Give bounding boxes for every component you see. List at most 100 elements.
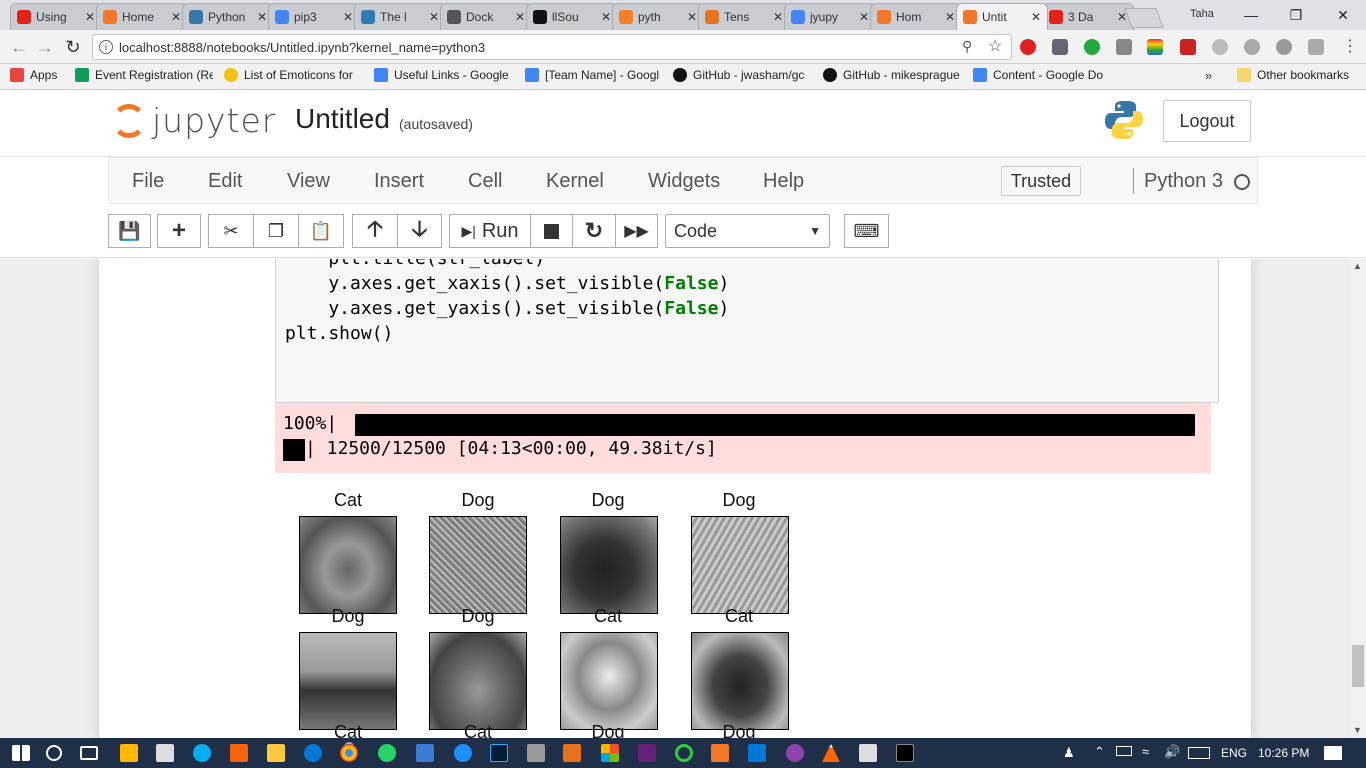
skype-icon[interactable]	[193, 744, 211, 762]
restart-kernel-icon[interactable]: ↻	[572, 214, 616, 248]
browser-tab[interactable]: pyth ✕	[612, 3, 704, 30]
network-app-icon[interactable]	[454, 744, 472, 762]
browser-tab[interactable]: pip3 ✕	[268, 3, 360, 30]
chrome-icon[interactable]	[340, 744, 358, 762]
browser-tab[interactable]: Tens ✕	[698, 3, 790, 30]
wifi-icon[interactable]: ≈	[1142, 744, 1149, 759]
restart-run-all-icon[interactable]: ▶▶	[615, 214, 658, 248]
scroll-up-icon[interactable]: ▲	[1353, 261, 1362, 271]
back-icon[interactable]: ←	[8, 36, 30, 58]
url-input[interactable]: i localhost:8888/notebooks/Untitled.ipyn…	[92, 34, 1012, 60]
store-icon[interactable]	[120, 744, 138, 762]
bookmark-item[interactable]: GitHub - mikesprague	[823, 68, 960, 82]
bookmark-item[interactable]: Event Registration (Re	[75, 68, 213, 82]
paste-icon[interactable]: 📋	[298, 214, 344, 248]
bookmark-item[interactable]: Useful Links - Google	[374, 68, 509, 82]
logout-button[interactable]: Logout	[1163, 100, 1251, 142]
scrollbar-thumb[interactable]	[1352, 645, 1364, 687]
edge-icon[interactable]	[304, 744, 322, 762]
restore-icon[interactable]: ❐	[1273, 0, 1319, 30]
browser-tab[interactable]: The l ✕	[354, 3, 446, 30]
green-extension-icon[interactable]	[1084, 39, 1100, 55]
tab-close-icon[interactable]: ✕	[429, 10, 439, 24]
tab-close-icon[interactable]: ✕	[257, 10, 267, 24]
refresh-app-icon[interactable]	[675, 744, 693, 762]
cell-type-select[interactable]: Code ▼	[665, 214, 830, 248]
red-extension-icon[interactable]	[1180, 39, 1196, 55]
xampp-icon[interactable]	[563, 744, 581, 762]
app-icon[interactable]	[230, 744, 248, 762]
tab-close-icon[interactable]: ✕	[343, 10, 353, 24]
menu-widgets[interactable]: Widgets	[648, 170, 720, 193]
mail-icon[interactable]	[156, 744, 174, 762]
search-icon[interactable]	[46, 745, 62, 761]
copy-icon[interactable]: ❐	[253, 214, 299, 248]
close-window-icon[interactable]: ✕	[1320, 0, 1366, 30]
save-icon[interactable]: 💾	[108, 214, 151, 248]
menu-edit[interactable]: Edit	[208, 170, 242, 193]
colorful-extension-icon[interactable]	[1147, 39, 1163, 55]
terminal-icon[interactable]	[896, 744, 914, 762]
move-down-icon[interactable]: 🡣	[397, 214, 442, 248]
opera-extension-icon[interactable]	[1020, 39, 1036, 55]
vscode-icon[interactable]	[748, 744, 766, 762]
browser-tab[interactable]: 3 Da ✕	[1042, 3, 1134, 30]
tab-close-icon[interactable]: ✕	[945, 10, 955, 24]
scroll-down-icon[interactable]: ▼	[1353, 725, 1362, 735]
browser-tab[interactable]: Home ✕	[96, 3, 188, 30]
gear-extension-icon[interactable]	[1212, 39, 1228, 55]
reload-icon[interactable]: ↻	[62, 36, 84, 58]
clock[interactable]: 10:26 PM	[1258, 746, 1309, 760]
browser-tab[interactable]: llSou ✕	[526, 3, 618, 30]
bookmark-item[interactable]: Content - Google Do	[973, 68, 1103, 82]
info-icon[interactable]: i	[99, 40, 113, 54]
people-icon[interactable]: ♟	[1063, 745, 1075, 761]
m-extension-icon[interactable]	[1244, 39, 1260, 55]
minimize-icon[interactable]: —	[1228, 0, 1274, 30]
forward-icon[interactable]: →	[34, 36, 56, 58]
profile-name[interactable]: Taha	[1190, 8, 1214, 20]
grey-extension-icon[interactable]	[1276, 39, 1292, 55]
cut-icon[interactable]: ✂	[208, 214, 254, 248]
task-view-icon[interactable]	[80, 746, 98, 760]
battery-icon[interactable]	[1116, 746, 1132, 756]
other-bookmarks[interactable]: Other bookmarks	[1237, 68, 1349, 82]
menu-insert[interactable]: Insert	[374, 170, 424, 193]
chevron-up-icon[interactable]: ⌃	[1094, 744, 1105, 760]
windows-start-icon[interactable]	[12, 745, 30, 761]
trusted-indicator[interactable]: Trusted	[1001, 166, 1081, 196]
tab-close-icon[interactable]: ✕	[85, 10, 95, 24]
shield-app-icon[interactable]	[416, 744, 434, 762]
tab-close-icon[interactable]: ✕	[1031, 10, 1041, 24]
browser-tab[interactable]: Python ✕	[182, 3, 274, 30]
eyedropper-extension-icon[interactable]	[1052, 39, 1068, 55]
photoshop-icon[interactable]	[490, 744, 508, 762]
volume-icon[interactable]: 🔊	[1164, 744, 1180, 760]
zoom-icon[interactable]: ⚲	[962, 38, 972, 55]
tab-close-icon[interactable]: ✕	[859, 10, 869, 24]
whatsapp-icon[interactable]	[378, 744, 396, 762]
purple-app-icon[interactable]	[786, 744, 804, 762]
bookmark-item[interactable]: Apps	[10, 68, 57, 82]
camera-extension-icon[interactable]	[1116, 39, 1132, 55]
tab-close-icon[interactable]: ✕	[773, 10, 783, 24]
menu-file[interactable]: File	[132, 170, 164, 193]
vlc-icon[interactable]	[822, 744, 840, 762]
file-explorer-icon[interactable]	[267, 744, 285, 762]
browser-tab[interactable]: Hom ✕	[870, 3, 962, 30]
menu-cell[interactable]: Cell	[468, 170, 502, 193]
bookmark-item[interactable]: [Team Name] - Googl	[525, 68, 659, 82]
run-button[interactable]: ▶| Run	[449, 214, 531, 248]
language-indicator[interactable]: ENG	[1221, 746, 1247, 760]
bookmarks-overflow-icon[interactable]: »	[1205, 68, 1212, 83]
menu-view[interactable]: View	[287, 170, 330, 193]
action-center-icon[interactable]	[1324, 746, 1342, 760]
bookmark-item[interactable]: GitHub - jwasham/gc	[673, 68, 804, 82]
tab-close-icon[interactable]: ✕	[601, 10, 611, 24]
move-up-icon[interactable]: 🡡	[352, 214, 398, 248]
new-tab-button[interactable]	[1124, 8, 1164, 28]
menu-dots-icon[interactable]: ⋮	[1342, 36, 1358, 56]
browser-tab[interactable]: Dock ✕	[440, 3, 532, 30]
insert-cell-icon[interactable]: +	[157, 214, 201, 248]
browser-tab[interactable]: Untit ✕	[956, 3, 1048, 30]
